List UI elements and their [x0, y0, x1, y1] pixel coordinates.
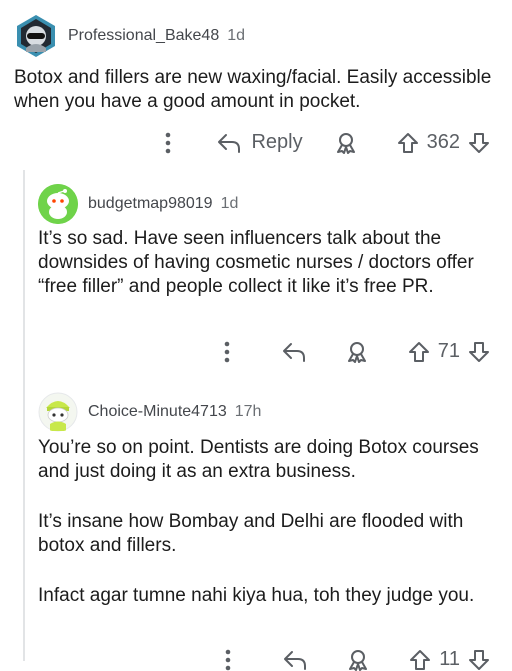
reply-button[interactable]: Reply: [217, 131, 303, 154]
downvote-arrow-icon: [469, 649, 489, 670]
more-vertical-icon: [224, 341, 230, 362]
thread-line: [23, 170, 25, 661]
reply-button[interactable]: [282, 341, 306, 363]
comment-text: You’re so on point. Dentists are doing B…: [38, 437, 479, 482]
comment-age: 1d: [220, 195, 239, 212]
downvote-arrow-icon: [469, 341, 489, 362]
comment-author[interactable]: budgetmap98019: [88, 195, 213, 213]
comment-text: It’s insane how Bombay and Delhi are flo…: [38, 511, 464, 556]
reply-icon: [284, 650, 307, 670]
comment-body: You’re so on point. Dentists are doing B…: [38, 436, 490, 608]
comment-body: Botox and fillers are new waxing/facial.…: [14, 66, 494, 114]
upvote-button[interactable]: [408, 341, 430, 363]
reply-icon: [282, 342, 305, 362]
more-vertical-icon: [225, 649, 231, 670]
comment-author[interactable]: Professional_Bake48: [68, 27, 219, 45]
downvote-button[interactable]: [468, 649, 490, 671]
vote-score: 362: [426, 131, 460, 153]
downvote-button[interactable]: [468, 132, 490, 154]
more-options-button[interactable]: [224, 341, 230, 363]
downvote-arrow-icon: [469, 132, 489, 153]
comment-author[interactable]: Choice-Minute4713: [88, 403, 227, 421]
downvote-button[interactable]: [468, 341, 490, 363]
comment-text: Botox and fillers are new waxing/facial.…: [14, 67, 492, 112]
comment-actions: Reply 362: [165, 131, 490, 154]
comment-header: Choice-Minute4713 17h: [38, 392, 261, 432]
award-icon: [349, 649, 368, 671]
comment-actions: 71: [224, 340, 490, 363]
vote-score: 71: [437, 340, 460, 362]
comment-text: It’s so sad. Have seen influencers talk …: [38, 228, 474, 297]
award-button[interactable]: [346, 341, 368, 363]
more-options-button[interactable]: [225, 649, 231, 671]
upvote-arrow-icon: [410, 649, 431, 670]
comment-header: Professional_Bake48 1d: [14, 14, 245, 58]
upvote-arrow-icon: [408, 341, 429, 362]
more-vertical-icon: [166, 132, 171, 153]
comment-text: Infact agar tumne nahi kiya hua, toh the…: [38, 585, 475, 606]
upvote-button[interactable]: [397, 132, 419, 154]
snoo-avatar-icon[interactable]: [38, 184, 78, 224]
award-button[interactable]: [347, 649, 369, 671]
upvote-arrow-icon: [397, 132, 418, 153]
comment-body: It’s so sad. Have seen influencers talk …: [38, 227, 484, 299]
upvote-button[interactable]: [409, 649, 431, 671]
snoo-avatar-icon[interactable]: [38, 392, 78, 432]
reply-button[interactable]: [283, 649, 307, 671]
comment-actions: 11: [225, 648, 490, 671]
reply-icon: [218, 133, 241, 153]
award-icon: [336, 132, 355, 154]
vote-score: 11: [439, 648, 460, 670]
comment-age: 17h: [234, 403, 262, 420]
award-button[interactable]: [335, 132, 357, 154]
award-icon: [347, 341, 366, 363]
reply-label: Reply: [251, 131, 303, 153]
comment-age: 1d: [227, 27, 246, 44]
more-options-button[interactable]: [165, 132, 171, 154]
snoo-avatar-icon[interactable]: [14, 14, 58, 58]
comment-header: budgetmap98019 1d: [38, 184, 238, 224]
